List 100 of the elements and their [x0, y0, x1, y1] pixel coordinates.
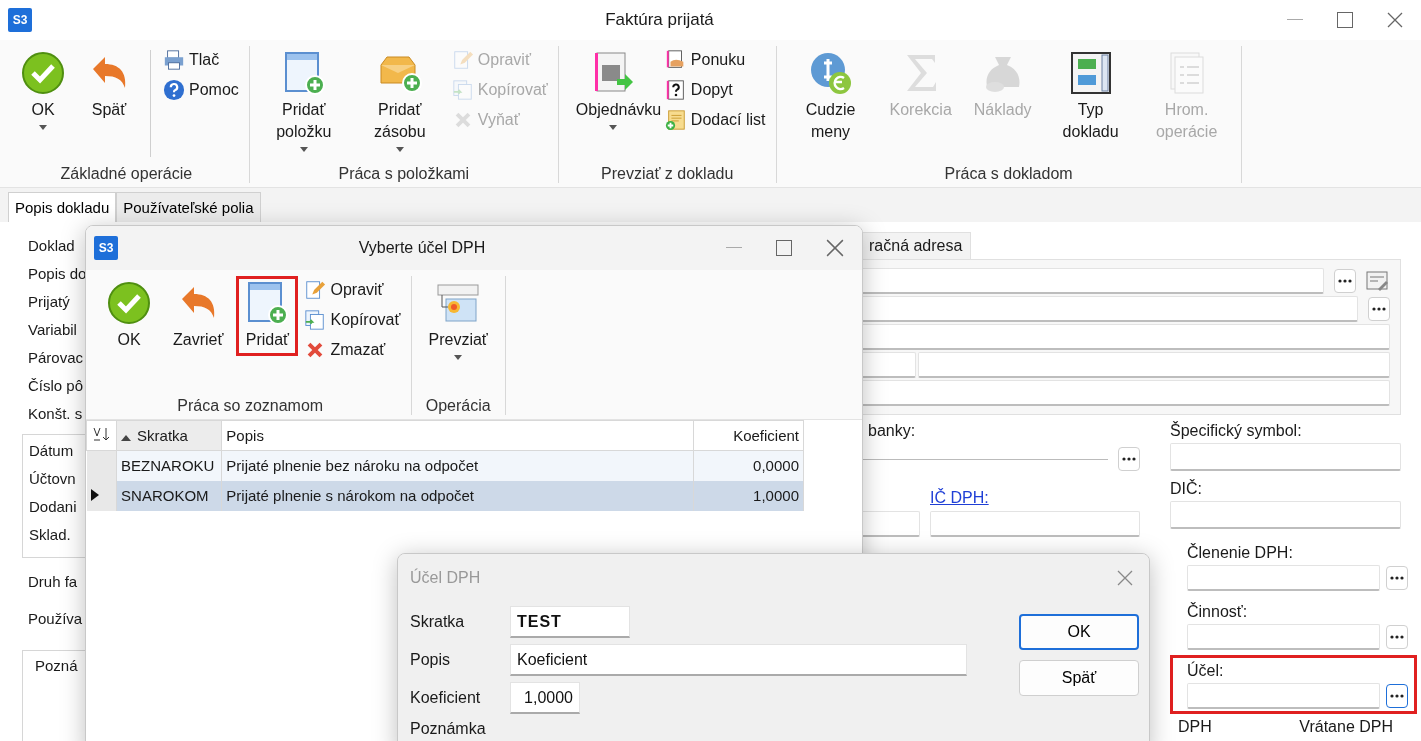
field-label: Číslo pô — [27, 376, 85, 396]
input-field[interactable] — [1170, 501, 1401, 529]
ribbon-button[interactable]: Pridať — [236, 276, 299, 356]
table-cell: Prijaté plnenie bez nároku na odpočet — [221, 450, 694, 481]
input-field[interactable] — [861, 352, 916, 378]
check-icon — [21, 51, 65, 95]
column-header[interactable]: Koeficient — [693, 420, 804, 451]
current-row-icon — [90, 489, 99, 501]
window-burst-icon — [436, 281, 481, 325]
tab[interactable]: Používateľské polia — [116, 192, 261, 222]
sort-up-icon — [121, 435, 132, 441]
tab[interactable]: račná adresa — [860, 232, 972, 259]
minimize-icon[interactable] — [726, 247, 742, 249]
input-field[interactable] — [861, 296, 1358, 322]
ribbon-button[interactable]: Ponuku — [662, 46, 768, 74]
input-field[interactable] — [861, 324, 1390, 350]
field-label: DIČ: — [1170, 478, 1203, 499]
input-field[interactable]: Koeficient — [510, 644, 967, 676]
ellipsis-icon — [1338, 279, 1352, 283]
input-field[interactable]: TEST — [510, 606, 630, 638]
ellipsis-icon — [1390, 576, 1404, 580]
field-label: Variabil — [27, 320, 78, 340]
input-field[interactable] — [860, 511, 920, 537]
field-label: Účel: — [1187, 660, 1225, 681]
close-icon[interactable] — [1117, 570, 1133, 586]
input-field[interactable] — [1187, 683, 1380, 709]
field-label: Účtovn — [28, 469, 77, 489]
close-icon[interactable] — [826, 239, 844, 257]
field-label: Prijatý — [27, 292, 71, 312]
ellipsis-icon — [1122, 457, 1136, 461]
ribbon-button[interactable]: OK — [98, 276, 160, 356]
ribbon-button[interactable]: Objednávku — [566, 46, 659, 135]
field-label: Členenie DPH: — [1187, 542, 1294, 563]
edit-icon — [304, 279, 327, 301]
browse-button[interactable] — [1386, 684, 1408, 708]
input-field[interactable] — [1187, 565, 1380, 591]
ribbon-button[interactable]: Typ dokladu — [1044, 46, 1137, 148]
column-header[interactable]: Popis — [221, 420, 694, 451]
question-document-icon — [664, 79, 687, 101]
field-label: Poznámka — [410, 720, 487, 738]
ribbon-button[interactable]: Kopírovať — [302, 306, 403, 334]
field-label: Popis do — [27, 264, 85, 284]
ellipsis-icon — [1390, 635, 1404, 639]
minimize-icon[interactable] — [1287, 19, 1303, 21]
input-field[interactable] — [861, 268, 1324, 294]
input-field[interactable] — [918, 352, 1390, 378]
sort-icon-cell[interactable] — [86, 420, 117, 451]
ribbon-button[interactable]: Dodací list — [662, 106, 768, 134]
field-label: banky: — [867, 421, 917, 441]
ribbon-button[interactable]: OK — [12, 46, 74, 135]
ellipsis-icon — [1390, 694, 1404, 698]
ribbon-button[interactable]: Späť — [78, 46, 140, 126]
copy-icon — [451, 79, 474, 101]
vat-id-link[interactable]: IČ DPH: — [930, 489, 989, 506]
ribbon-button[interactable]: Tlač — [161, 46, 241, 74]
input-field[interactable] — [1170, 443, 1401, 471]
group-label: Práca s položkami — [337, 165, 471, 183]
ribbon-button[interactable]: Prevziať — [419, 276, 497, 365]
input-field[interactable] — [861, 380, 1390, 406]
currency-coins-icon — [808, 51, 853, 95]
sort-icon[interactable] — [91, 426, 111, 442]
field-label: Párovac — [27, 348, 85, 368]
ribbon-button[interactable]: Pridať položku — [257, 46, 350, 157]
maximize-icon[interactable] — [776, 240, 792, 256]
ribbon-button[interactable]: Pomoc — [161, 76, 241, 104]
ribbon-button[interactable]: Zmazať — [302, 336, 403, 364]
ribbon-button[interactable]: Opraviť — [302, 276, 403, 304]
field-label: Dátum — [28, 441, 75, 461]
dialog-title: Účel DPH — [409, 569, 482, 587]
ribbon-button[interactable]: Cudzie meny — [784, 46, 877, 148]
app-logo: S3 — [8, 8, 32, 32]
column-header[interactable]: Skratka — [116, 420, 222, 451]
tab[interactable]: Popis dokladu — [8, 192, 117, 222]
field-label: Doklad — [27, 236, 76, 256]
column-label: Vrátane DPH — [1299, 718, 1393, 736]
column-label: DPH — [1178, 718, 1212, 736]
ribbon-button[interactable]: Pridať zásobu — [353, 46, 446, 157]
table-cell: BEZNAROKU — [116, 450, 222, 481]
field-label: Druh fa — [27, 572, 79, 592]
maximize-icon[interactable] — [1337, 12, 1353, 28]
close-icon[interactable] — [1387, 12, 1403, 28]
field-label: Koeficient — [410, 689, 482, 707]
field-label: Sklad. — [28, 525, 72, 545]
input-field[interactable]: 1,0000 — [510, 682, 580, 714]
table-cell: 1,0000 — [693, 480, 804, 511]
dialog-button[interactable]: Späť — [1019, 660, 1139, 696]
dialog-button[interactable]: OK — [1019, 614, 1139, 650]
group-label: Základné operácie — [59, 165, 194, 183]
ribbon-button[interactable]: Zavrieť — [164, 276, 233, 356]
group-label: Prevziať z dokladu — [600, 165, 735, 183]
field-label: Dodani — [28, 497, 78, 517]
ribbon-button[interactable]: Dopyt — [662, 76, 768, 104]
input-field[interactable] — [930, 511, 1140, 537]
group-label: Operácia — [424, 397, 492, 415]
check-icon — [107, 281, 151, 325]
printer-icon — [163, 49, 185, 71]
input-field[interactable] — [1187, 624, 1380, 650]
group-label: Práca so zoznamom — [176, 397, 325, 415]
table-cell: Prijaté plnenie s nárokom na odpočet — [221, 480, 694, 511]
field-label: Špecifický symbol: — [1170, 420, 1303, 441]
